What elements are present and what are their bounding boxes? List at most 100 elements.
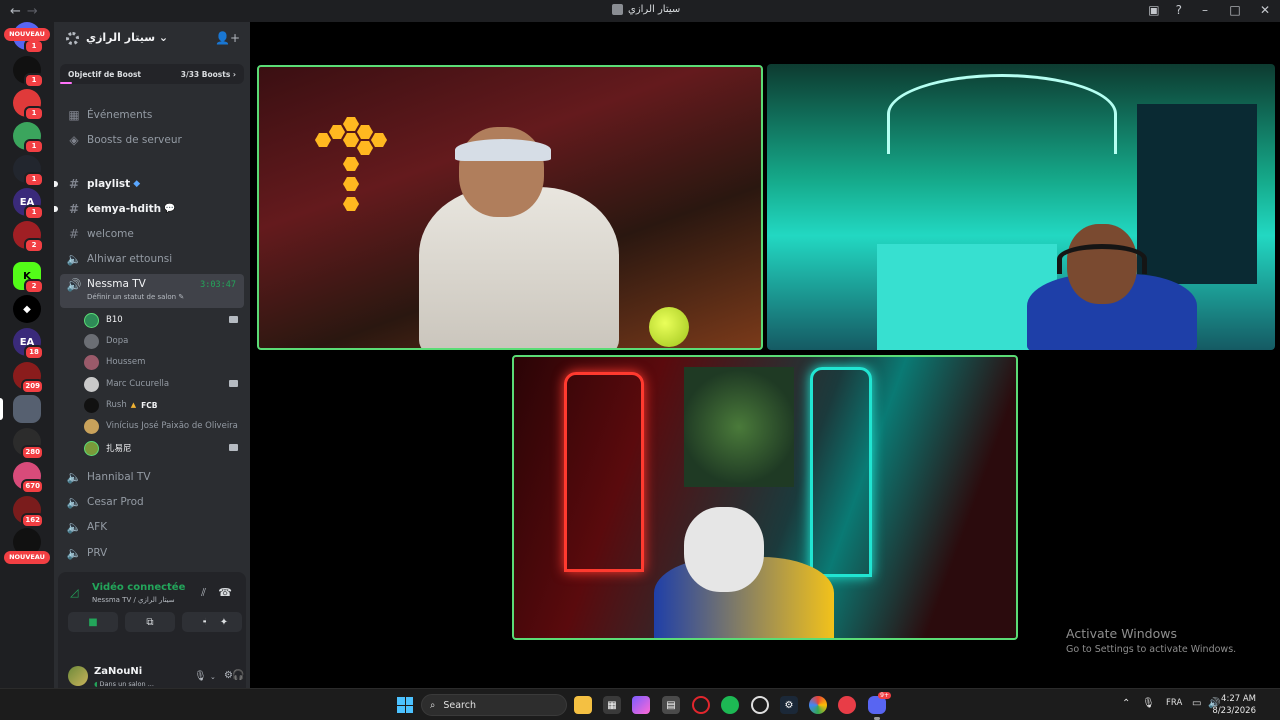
channel-kemya-hdith[interactable]: # kemya-hdith 💬: [54, 198, 244, 220]
voice-member[interactable]: Dopa: [84, 331, 244, 351]
taskbar-search[interactable]: ⌕ Search: [421, 694, 567, 716]
chrome-icon[interactable]: [809, 696, 827, 714]
voice-member[interactable]: Vinícius José Paixão de Oliveira: [84, 416, 244, 436]
neon-shelf-red: [564, 372, 644, 572]
selected-server-pill: [0, 398, 3, 420]
network-icon[interactable]: ▭: [1192, 698, 1201, 709]
search-icon: ⌕: [430, 699, 436, 711]
voice-member[interactable]: 扎易尼: [84, 438, 244, 458]
channel-welcome[interactable]: # welcome: [60, 223, 244, 245]
spotify-icon[interactable]: [721, 696, 739, 714]
user-avatar[interactable]: [68, 666, 88, 686]
events-item[interactable]: ▦ Événements: [60, 104, 244, 126]
app-icon[interactable]: [838, 696, 856, 714]
channel-alhiwar-ettounsi[interactable]: 🔈 Alhiwar ettounsi: [60, 248, 244, 270]
voice-channel-prv[interactable]: 🔈 PRV: [60, 542, 244, 564]
speech-bubble-icon: 💬: [164, 204, 176, 214]
forward-arrow-icon[interactable]: →: [27, 4, 38, 19]
minimize-button[interactable]: –: [1198, 3, 1212, 17]
server-icon[interactable]: EA 1: [13, 188, 44, 220]
member-name: Marc Cucurella: [106, 379, 170, 389]
screen-share-button[interactable]: ⧉: [125, 612, 175, 632]
help-icon[interactable]: ?: [1176, 3, 1182, 17]
channel-playlist[interactable]: # playlist ◆: [54, 173, 244, 195]
headset: [1057, 244, 1147, 274]
member-name: Dopa: [106, 336, 129, 346]
video-tile[interactable]: [257, 65, 763, 350]
soundboard-icon: ✦: [219, 616, 229, 628]
copilot-icon[interactable]: [632, 696, 650, 714]
hexagon-light: [343, 117, 359, 131]
video-tile[interactable]: [767, 64, 1275, 350]
voice-member[interactable]: Rush ▲ FCB: [84, 395, 244, 415]
start-button[interactable]: [397, 697, 413, 713]
server-icon[interactable]: 162: [13, 496, 44, 528]
settings-gear-icon[interactable]: ⚙: [224, 670, 233, 681]
discord-icon[interactable]: 9+: [868, 692, 891, 720]
microphone-icon[interactable]: 🎙: [194, 671, 207, 682]
disconnect-icon[interactable]: ☎: [218, 586, 232, 599]
tray-overflow-icon[interactable]: ⌃: [1122, 698, 1130, 709]
headphones-icon[interactable]: 🎧: [232, 670, 244, 681]
voice-channel-hannibal-tv[interactable]: 🔈 Hannibal TV: [60, 466, 244, 488]
voice-member[interactable]: B10: [84, 310, 244, 330]
unread-indicator: [54, 206, 58, 212]
store-icon[interactable]: ▦: [603, 696, 621, 714]
system-clock[interactable]: 4:27 AM 8/23/2026: [1212, 693, 1256, 717]
server-icon[interactable]: 1: [13, 155, 44, 187]
close-button[interactable]: ✕: [1258, 3, 1272, 17]
calendar-icon: ▦: [68, 108, 80, 122]
hexagon-light: [357, 141, 373, 155]
voice-status-icon: ◖: [94, 680, 98, 688]
voice-member[interactable]: Marc Cucurella: [84, 374, 244, 394]
server-icon[interactable]: 670: [13, 462, 44, 494]
avatar: [84, 376, 99, 392]
soundboard-button[interactable]: ✦: [206, 612, 242, 632]
username[interactable]: ZaNouNi: [94, 666, 142, 677]
microphone-tray-icon[interactable]: 🎙: [1142, 698, 1155, 709]
voice-member[interactable]: Houssem: [84, 352, 244, 372]
video-grid: [250, 22, 1280, 688]
posters-wall: [1137, 104, 1257, 284]
back-arrow-icon[interactable]: ←: [10, 4, 21, 19]
video-tile[interactable]: [512, 355, 1018, 640]
voice-channel-afk[interactable]: 🔈 AFK: [60, 516, 244, 538]
server-icon[interactable]: EA 18: [13, 328, 44, 360]
server-icon[interactable]: ◆: [13, 295, 41, 323]
voice-channel-cesar-prod[interactable]: 🔈 Cesar Prod: [60, 491, 244, 513]
voice-status-subtitle[interactable]: Nessma TV / سيتار الرازي: [92, 596, 175, 604]
video-stream: [514, 357, 1016, 638]
invite-people-icon[interactable]: 👤+: [215, 31, 240, 45]
server-icon[interactable]: 209: [13, 362, 44, 394]
server-boosts-item[interactable]: ◈ Boosts de serveur: [60, 129, 244, 151]
server-icon[interactable]: 1: [13, 56, 44, 88]
server-icon[interactable]: 1: [13, 89, 44, 121]
set-channel-status[interactable]: Définir un statut de salon ✎: [87, 293, 184, 301]
inbox-icon[interactable]: ▣: [1148, 3, 1159, 17]
hexagon-light: [315, 133, 331, 147]
server-icon-selected[interactable]: [13, 395, 41, 423]
server-header[interactable]: سيتار الرازي ⌄ 👤+: [54, 22, 250, 56]
server-icon[interactable]: K2: [13, 262, 44, 294]
tennis-ball: [649, 307, 689, 347]
input-language[interactable]: FRA: [1166, 698, 1182, 708]
channel-name: AFK: [87, 521, 108, 533]
app-icon[interactable]: [751, 696, 769, 714]
voice-timer: 3:03:47: [200, 280, 236, 290]
server-icon[interactable]: 280: [13, 428, 44, 460]
signal-icon[interactable]: ◿: [70, 586, 78, 599]
server-icon[interactable]: 1: [13, 122, 44, 154]
boost-goal-bar[interactable]: Objectif de Boost 3/33 Boosts ›: [60, 64, 244, 84]
server-icon[interactable]: 2: [13, 221, 44, 253]
calculator-icon[interactable]: ▤: [662, 696, 680, 714]
maximize-button[interactable]: □: [1228, 3, 1242, 17]
file-explorer-icon[interactable]: [574, 696, 592, 714]
noise-suppression-icon[interactable]: ⫽: [201, 586, 206, 600]
voice-channel-nessma-tv[interactable]: 🔊 Nessma TV 3:03:47 Définir un statut de…: [60, 274, 244, 308]
search-label: Search: [443, 699, 476, 711]
steam-icon[interactable]: ⚙: [780, 696, 798, 714]
server-name[interactable]: سيتار الرازي ⌄: [86, 31, 168, 44]
chevron-down-icon[interactable]: ⌄: [210, 673, 216, 681]
opera-icon[interactable]: [692, 696, 710, 714]
camera-button[interactable]: ■: [68, 612, 118, 632]
